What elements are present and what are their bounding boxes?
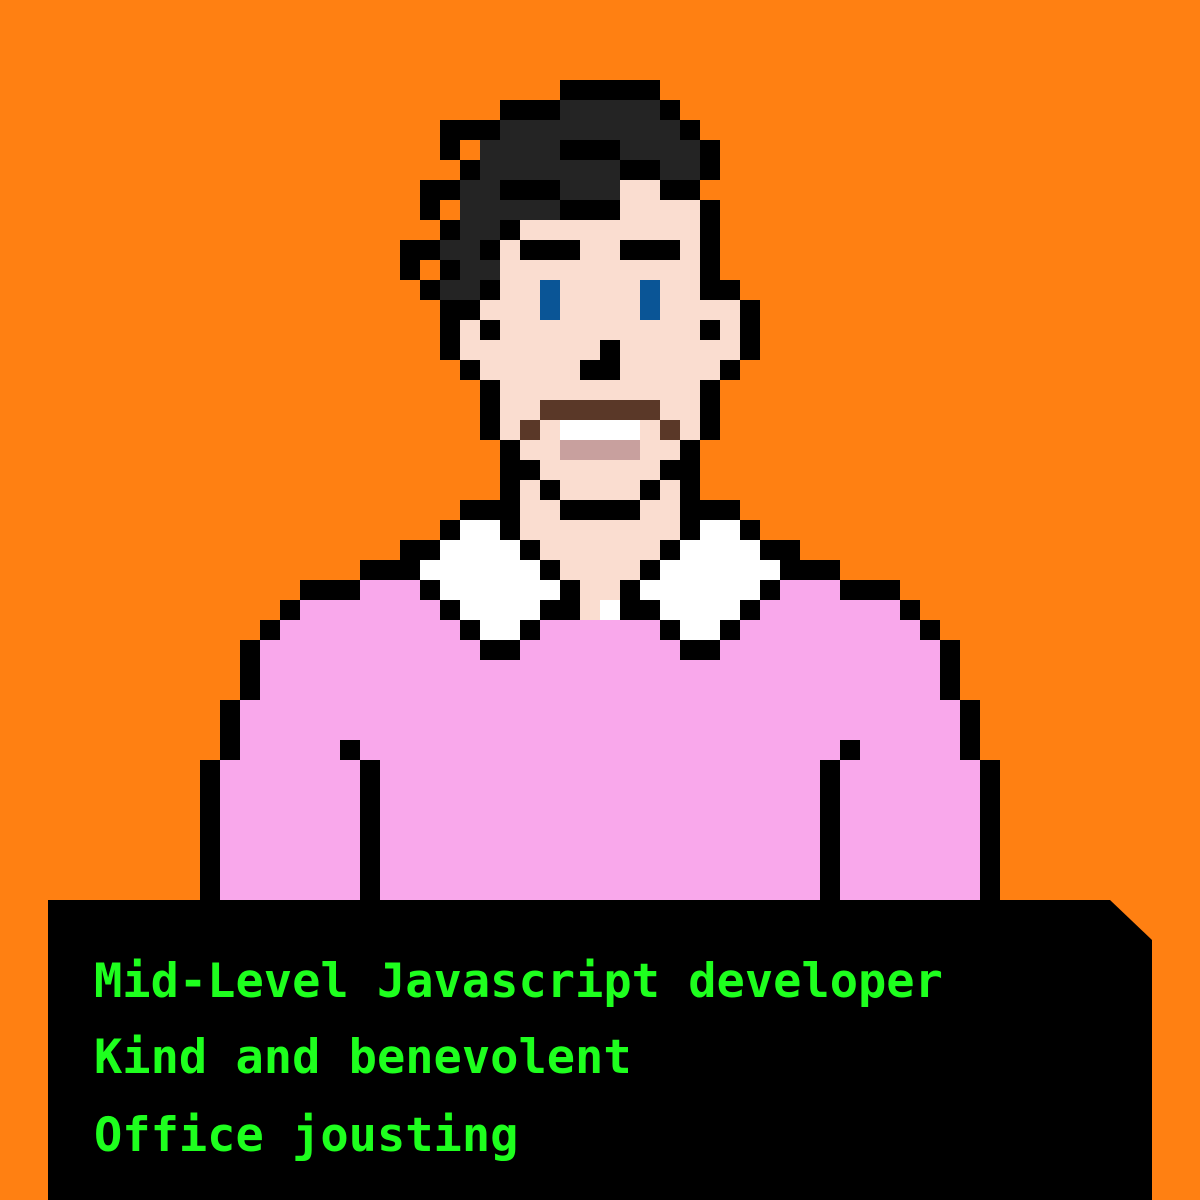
trait-hobby: Office jousting [94, 1108, 519, 1163]
trait-role: Mid-Level Javascript developer [94, 954, 943, 1009]
sweater [220, 580, 980, 900]
portrait-card: Mid-Level Javascript developer Kind and … [0, 0, 1200, 1200]
info-panel: Mid-Level Javascript developer Kind and … [48, 900, 1152, 1200]
trait-personality: Kind and benevolent [94, 1030, 632, 1085]
